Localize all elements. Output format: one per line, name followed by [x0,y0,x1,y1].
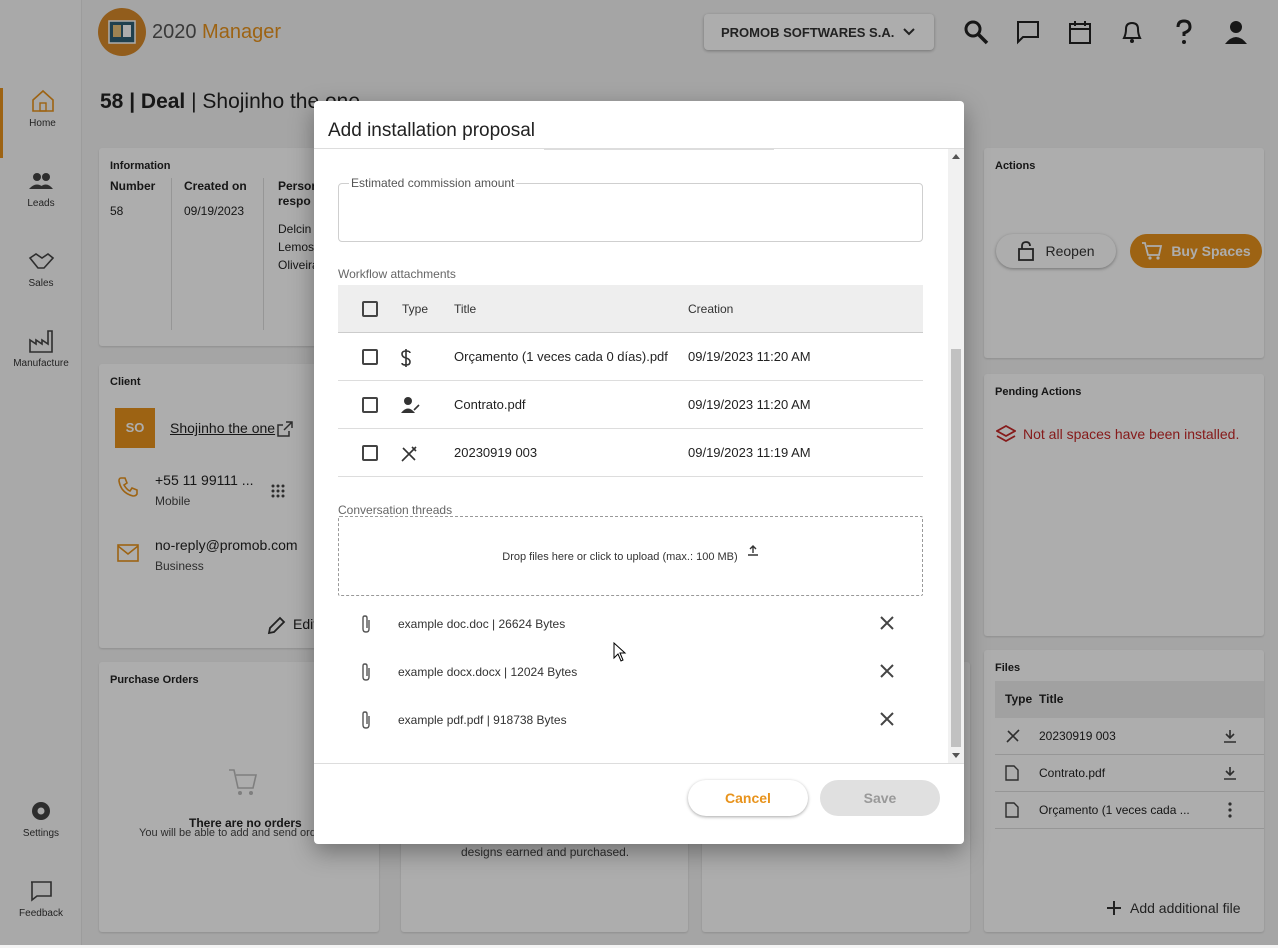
col-type: Type [402,302,429,316]
list-item: example docx.docx | 12024 Bytes [338,648,923,696]
contract-user-icon [401,397,420,413]
commission-amount-label: Estimated commission amount [349,176,517,190]
table-row[interactable]: Orçamento (1 veces cada 0 días).pdf 09/1… [338,333,923,381]
paperclip-icon [362,615,370,633]
attachment-creation: 09/19/2023 11:19 AM [688,445,811,460]
table-row[interactable]: 20230919 003 09/19/2023 11:19 AM [338,429,923,477]
close-icon[interactable] [878,662,896,680]
row-checkbox[interactable] [362,349,378,365]
close-icon[interactable] [878,710,896,728]
file-name: example docx.docx | 12024 Bytes [398,665,578,679]
attachments-table: Type Title Creation Orçamento (1 veces c… [338,285,923,477]
dialog-title: Add installation proposal [328,120,536,141]
attachment-title: Orçamento (1 veces cada 0 días).pdf [454,349,668,364]
attachment-title: 20230919 003 [454,445,538,460]
scrollbar-thumb[interactable] [951,349,961,747]
table-row[interactable]: Contrato.pdf 09/19/2023 11:20 AM [338,381,923,429]
row-checkbox[interactable] [362,445,378,461]
cancel-button[interactable]: Cancel [688,780,808,816]
scrollbar[interactable] [948,149,964,763]
paperclip-icon [362,711,370,729]
attachment-title: Contrato.pdf [454,397,526,412]
design-tool-icon [401,446,417,462]
dollar-icon [401,349,411,367]
paperclip-icon [362,663,370,681]
mouse-cursor-icon [613,642,627,662]
close-icon[interactable] [878,614,896,632]
upload-icon [747,545,758,556]
file-name: example pdf.pdf | 918738 Bytes [398,713,567,727]
attachment-creation: 09/19/2023 11:20 AM [688,397,811,412]
dialog-body[interactable]: Estimated commission amount Workflow att… [314,149,964,763]
col-creation: Creation [688,302,734,316]
select-all-checkbox[interactable] [362,301,378,317]
col-title: Title [454,302,477,316]
commission-amount-input[interactable]: Estimated commission amount [338,176,923,242]
row-checkbox[interactable] [362,397,378,413]
attachment-creation: 09/19/2023 11:20 AM [688,349,811,364]
add-installation-proposal-dialog: Add installation proposal Estimated comm… [314,101,964,844]
threads-section-label: Conversation threads [338,503,453,517]
scroll-up-arrow[interactable] [952,154,960,159]
list-item: example pdf.pdf | 918738 Bytes [338,696,923,744]
scroll-down-arrow[interactable] [952,753,960,758]
attachments-table-header: Type Title Creation [338,285,923,333]
file-name: example doc.doc | 26624 Bytes [398,617,566,631]
file-dropzone[interactable]: Drop files here or click to upload (max.… [338,516,923,596]
list-item: example doc.doc | 26624 Bytes [338,600,923,648]
attachments-section-label: Workflow attachments [338,267,456,281]
save-button[interactable]: Save [820,780,940,816]
dropzone-text: Drop files here or click to upload (max.… [502,551,738,563]
